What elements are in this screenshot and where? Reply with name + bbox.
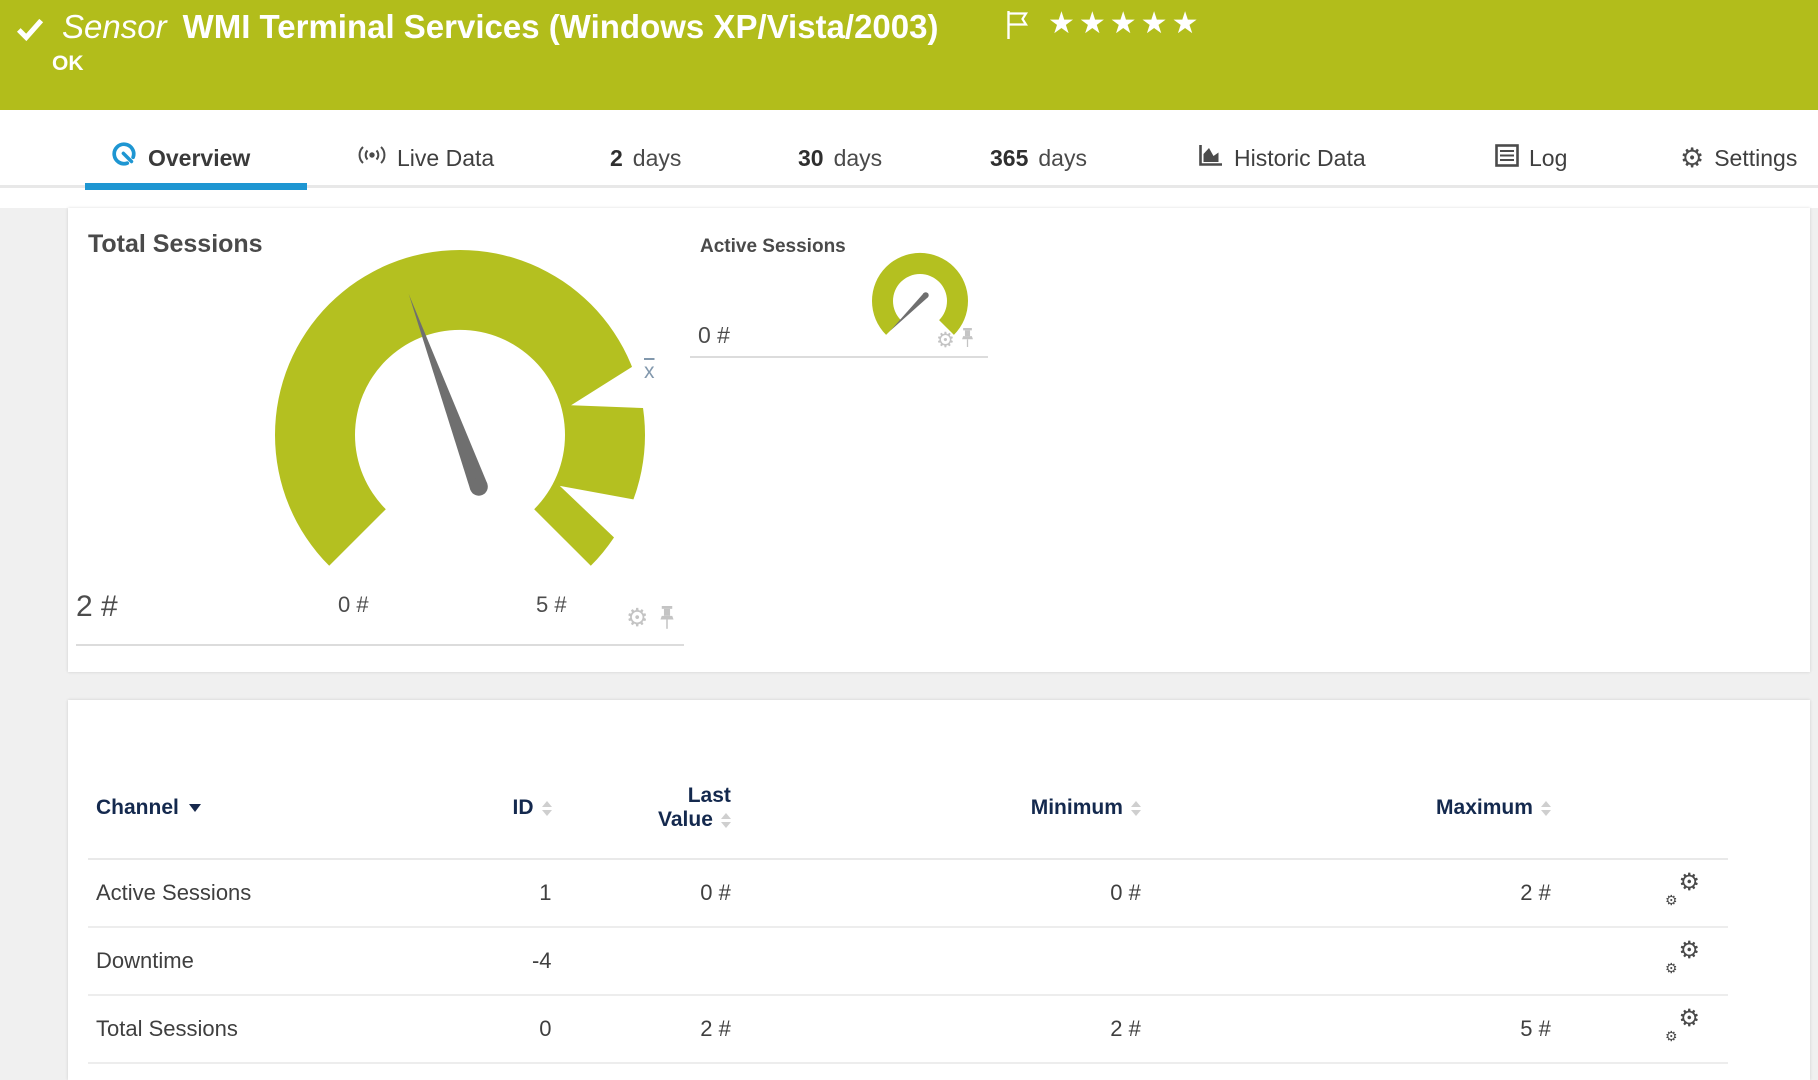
tab-label: Live Data: [397, 145, 494, 172]
sensor-status-banner: Sensor WMI Terminal Services (Windows XP…: [0, 0, 1818, 110]
channel-minimum: [739, 927, 1149, 995]
area-chart-icon: [1198, 143, 1224, 173]
tab-label: Log: [1529, 145, 1567, 172]
gauge-scale-min: 0 #: [338, 592, 369, 618]
tab-historic-data[interactable]: Historic Data: [1198, 138, 1366, 178]
tab-label: Historic Data: [1234, 145, 1366, 172]
sensor-title: WMI Terminal Services (Windows XP/Vista/…: [183, 8, 939, 46]
tab-number: 30: [798, 145, 824, 172]
tab-unit: days: [633, 145, 682, 172]
priority-stars[interactable]: ★★★★★: [1048, 6, 1202, 41]
gauges-panel: Total Sessions x 0 # 5 # 2 # ⚙ Active Se…: [68, 208, 1810, 672]
channel-name[interactable]: Total Sessions: [88, 995, 437, 1063]
column-header-maximum[interactable]: Maximum: [1149, 758, 1559, 859]
channel-last-value: 2 #: [560, 995, 739, 1063]
tab-2-days[interactable]: 2 days: [610, 138, 681, 178]
channels-table: Channel ID Last Value Minimum Maximum: [88, 758, 1728, 1064]
sort-arrows-icon: [721, 813, 731, 828]
channel-minimum: 2 #: [739, 995, 1149, 1063]
sort-desc-caret-icon: [189, 804, 201, 812]
tab-log[interactable]: Log: [1495, 138, 1567, 178]
tab-365-days[interactable]: 365 days: [990, 138, 1087, 178]
column-header-id[interactable]: ID: [437, 758, 560, 859]
tab-30-days[interactable]: 30 days: [798, 138, 882, 178]
channel-last-value: [560, 927, 739, 995]
total-sessions-current-value: 2 #: [76, 590, 118, 624]
gauge-scale-max: 5 #: [536, 592, 567, 618]
column-header-minimum[interactable]: Minimum: [739, 758, 1149, 859]
channel-maximum: [1149, 927, 1559, 995]
tab-overview[interactable]: Overview: [112, 138, 250, 178]
channel-id: -4: [437, 927, 560, 995]
status-check-icon: [16, 16, 44, 47]
gear-icon: ⚙: [1680, 145, 1704, 172]
channel-settings-gears-icon[interactable]: ⚙⚙: [1664, 942, 1700, 974]
table-row: Total Sessions 0 2 # 2 # 5 # ⚙⚙: [88, 995, 1728, 1063]
gauge-divider: [690, 356, 988, 358]
gauge-pin-icon[interactable]: [658, 606, 676, 635]
channels-panel: Channel ID Last Value Minimum Maximum: [68, 700, 1810, 1080]
active-tab-underline: [85, 183, 307, 190]
active-sessions-current-value: 0 #: [698, 322, 730, 349]
table-row: Downtime -4 ⚙⚙: [88, 927, 1728, 995]
gauge-settings-gear-icon[interactable]: ⚙: [936, 330, 955, 351]
channel-maximum: 5 #: [1149, 995, 1559, 1063]
log-list-icon: [1495, 144, 1519, 173]
mean-marker: x: [644, 360, 655, 384]
tab-unit: days: [1038, 145, 1087, 172]
flag-icon[interactable]: [1006, 10, 1030, 45]
channel-id: 0: [437, 995, 560, 1063]
live-broadcast-icon: [357, 142, 387, 174]
tab-label: Overview: [148, 145, 250, 172]
channel-settings-gears-icon[interactable]: ⚙⚙: [1664, 1010, 1700, 1042]
prtg-sensor-page: { "header": { "kind_label": "Sensor", "t…: [0, 0, 1818, 1073]
tab-live-data[interactable]: Live Data: [357, 138, 494, 178]
object-kind-label: Sensor: [62, 8, 167, 46]
gauge-needle: [890, 293, 928, 331]
column-header-last-value[interactable]: Last Value: [560, 758, 739, 859]
tab-unit: days: [834, 145, 883, 172]
column-header-actions: [1559, 758, 1728, 859]
sort-arrows-icon: [542, 801, 552, 816]
column-header-channel[interactable]: Channel: [88, 758, 437, 859]
channel-minimum: 0 #: [739, 859, 1149, 927]
gauge-settings-gear-icon[interactable]: ⚙: [626, 606, 648, 631]
channel-name[interactable]: Active Sessions: [88, 859, 437, 927]
gauge-divider: [76, 644, 684, 646]
tab-number: 365: [990, 145, 1028, 172]
channel-last-value: 0 #: [560, 859, 739, 927]
channel-name[interactable]: Downtime: [88, 927, 437, 995]
table-header-row: Channel ID Last Value Minimum Maximum: [88, 758, 1728, 859]
gauge-icon: [112, 142, 138, 174]
sort-arrows-icon: [1131, 801, 1141, 816]
channel-settings-gears-icon[interactable]: ⚙⚙: [1664, 874, 1700, 906]
channel-maximum: 2 #: [1149, 859, 1559, 927]
tab-label: Settings: [1714, 145, 1797, 172]
tab-bar: Overview Live Data 2 days 30 days 365 da…: [0, 110, 1818, 208]
tab-number: 2: [610, 145, 623, 172]
tab-settings[interactable]: ⚙ Settings: [1680, 138, 1797, 178]
table-row: Active Sessions 1 0 # 0 # 2 # ⚙⚙: [88, 859, 1728, 927]
gauge-pin-icon[interactable]: [960, 328, 975, 353]
channel-id: 1: [437, 859, 560, 927]
total-sessions-gauge: [180, 220, 780, 680]
status-text: OK: [52, 52, 84, 76]
sort-arrows-icon: [1541, 801, 1551, 816]
active-sessions-gauge-title: Active Sessions: [700, 236, 846, 258]
